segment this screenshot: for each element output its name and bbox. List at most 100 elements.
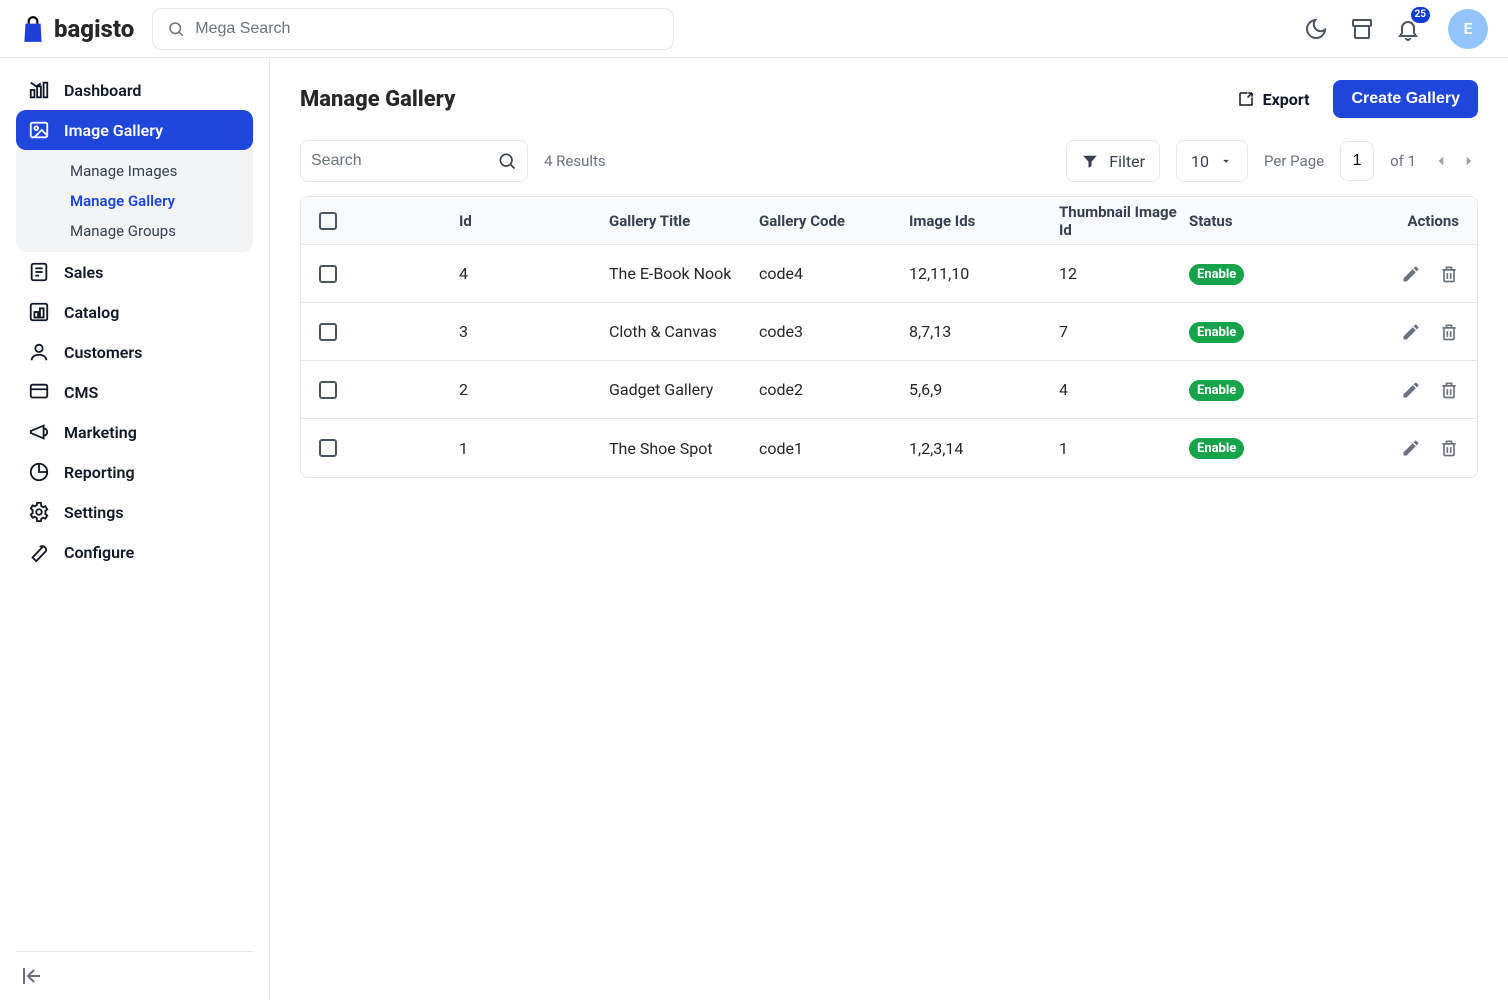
next-page-button[interactable] [1460, 152, 1478, 170]
cell-title: The E-Book Nook [609, 264, 759, 283]
cell-code: code3 [759, 322, 909, 341]
sidebar-item-label: Catalog [64, 303, 119, 322]
page-actions: Export Create Gallery [1237, 80, 1478, 118]
table-row: 2Gadget Gallerycode25,6,94Enable [301, 361, 1477, 419]
cell-id: 3 [459, 322, 609, 341]
status-badge: Enable [1189, 380, 1244, 401]
sidebar-collapse-button[interactable] [20, 964, 44, 988]
notifications-icon[interactable]: 25 [1396, 17, 1420, 41]
filter-label: Filter [1109, 152, 1145, 171]
header-icons: 25 E [1304, 9, 1488, 49]
select-all-checkbox[interactable] [319, 212, 337, 230]
sidebar-item-dashboard[interactable]: Dashboard [16, 70, 253, 110]
sidebar-submenu-image-gallery: Manage Images Manage Gallery Manage Grou… [16, 150, 253, 252]
per-page-label: Per Page [1264, 152, 1324, 170]
cell-thumb: 1 [1059, 439, 1189, 458]
cell-imageids: 5,6,9 [909, 380, 1059, 399]
of-pages: of 1 [1390, 152, 1416, 170]
sidebar-item-label: Reporting [64, 463, 135, 482]
table-body: 4The E-Book Nookcode412,11,1012Enable3Cl… [301, 245, 1477, 477]
table-row: 3Cloth & Canvascode38,7,137Enable [301, 303, 1477, 361]
sidebar-item-label: CMS [64, 383, 98, 402]
sidebar-item-label: Customers [64, 343, 142, 362]
th-title[interactable]: Gallery Title [609, 212, 759, 230]
sidebar-item-label: Image Gallery [64, 121, 163, 140]
gear-icon [28, 501, 50, 523]
sidebar-item-label: Configure [64, 543, 134, 562]
header: bagisto 25 E [0, 0, 1508, 58]
customers-icon [28, 341, 50, 363]
edit-icon[interactable] [1401, 380, 1421, 400]
filter-button[interactable]: Filter [1066, 140, 1160, 182]
bag-icon [20, 15, 46, 43]
brand-logo[interactable]: bagisto [20, 15, 134, 43]
per-page-select[interactable]: 10 [1176, 140, 1248, 182]
edit-icon[interactable] [1401, 322, 1421, 342]
per-page-value: 10 [1191, 152, 1209, 171]
sidebar-item-label: Settings [64, 503, 124, 522]
edit-icon[interactable] [1401, 264, 1421, 284]
row-checkbox[interactable] [319, 439, 337, 457]
th-thumb[interactable]: Thumbnail Image Id [1059, 203, 1189, 239]
gallery-table: Id Gallery Title Gallery Code Image Ids … [300, 196, 1478, 478]
export-label: Export [1263, 90, 1310, 109]
sales-icon [28, 261, 50, 283]
sidebar-item-label: Dashboard [64, 81, 141, 100]
sidebar-item-reporting[interactable]: Reporting [16, 452, 253, 492]
mega-search-input[interactable] [195, 20, 659, 38]
sidebar-sub-manage-groups[interactable]: Manage Groups [16, 216, 253, 246]
sidebar-sub-manage-images[interactable]: Manage Images [16, 156, 253, 186]
search-icon [167, 20, 185, 38]
table-search[interactable] [300, 140, 528, 182]
brand-name: bagisto [54, 15, 134, 43]
dashboard-icon [28, 79, 50, 101]
th-actions: Actions [1349, 212, 1459, 230]
sidebar-item-image-gallery[interactable]: Image Gallery [16, 110, 253, 150]
delete-icon[interactable] [1439, 322, 1459, 342]
avatar[interactable]: E [1448, 9, 1488, 49]
sidebar-item-sales[interactable]: Sales [16, 252, 253, 292]
cell-code: code2 [759, 380, 909, 399]
prev-page-button[interactable] [1432, 152, 1450, 170]
cell-imageids: 8,7,13 [909, 322, 1059, 341]
table-search-input[interactable] [311, 152, 471, 170]
delete-icon[interactable] [1439, 264, 1459, 284]
create-gallery-button[interactable]: Create Gallery [1333, 80, 1478, 118]
cell-id: 4 [459, 264, 609, 283]
sidebar-item-settings[interactable]: Settings [16, 492, 253, 532]
cms-icon [28, 381, 50, 403]
wrench-icon [28, 541, 50, 563]
th-status[interactable]: Status [1189, 212, 1349, 230]
th-code[interactable]: Gallery Code [759, 212, 909, 230]
delete-icon[interactable] [1439, 438, 1459, 458]
th-id[interactable]: Id [459, 212, 609, 230]
sidebar-item-marketing[interactable]: Marketing [16, 412, 253, 452]
chevron-down-icon [1219, 154, 1233, 168]
edit-icon[interactable] [1401, 438, 1421, 458]
search-icon [497, 151, 517, 171]
delete-icon[interactable] [1439, 380, 1459, 400]
cell-imageids: 1,2,3,14 [909, 439, 1059, 458]
sidebar-item-catalog[interactable]: Catalog [16, 292, 253, 332]
dark-mode-toggle[interactable] [1304, 17, 1328, 41]
status-badge: Enable [1189, 264, 1244, 285]
page-input[interactable] [1340, 141, 1374, 181]
sidebar-sub-manage-gallery[interactable]: Manage Gallery [16, 186, 253, 216]
row-checkbox[interactable] [319, 323, 337, 341]
sidebar-item-label: Marketing [64, 423, 137, 442]
store-icon[interactable] [1350, 17, 1374, 41]
marketing-icon [28, 421, 50, 443]
page-head: Manage Gallery Export Create Gallery [300, 80, 1478, 118]
export-button[interactable]: Export [1237, 90, 1310, 109]
cell-title: The Shoe Spot [609, 439, 759, 458]
sidebar-item-configure[interactable]: Configure [16, 532, 253, 572]
row-checkbox[interactable] [319, 265, 337, 283]
sidebar-item-cms[interactable]: CMS [16, 372, 253, 412]
cell-thumb: 4 [1059, 380, 1189, 399]
row-checkbox[interactable] [319, 381, 337, 399]
th-imageids[interactable]: Image Ids [909, 212, 1059, 230]
sidebar-item-customers[interactable]: Customers [16, 332, 253, 372]
cell-imageids: 12,11,10 [909, 264, 1059, 283]
page-title: Manage Gallery [300, 87, 455, 112]
mega-search[interactable] [152, 8, 674, 50]
